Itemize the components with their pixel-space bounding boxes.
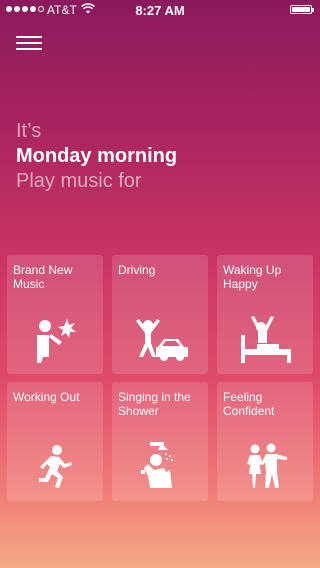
headline-prompt: Play music for [16, 170, 142, 192]
running-person-icon [7, 440, 103, 492]
tile-waking-up-happy[interactable]: Waking Up Happy [217, 255, 313, 374]
tile-feeling-confident[interactable]: Feeling Confident [217, 382, 313, 501]
confident-couple-icon [217, 440, 313, 492]
headline-intro: It’s [16, 120, 42, 142]
person-in-bed-icon [217, 313, 313, 365]
tile-working-out[interactable]: Working Out [7, 382, 103, 501]
tile-label: Waking Up Happy [223, 263, 282, 291]
tile-driving[interactable]: Driving [112, 255, 208, 374]
person-holding-star-icon [7, 313, 103, 365]
status-time: 8:27 AM [135, 3, 185, 18]
tile-label: Singing in the Shower [118, 390, 191, 418]
tile-brand-new-music[interactable]: Brand New Music [7, 255, 103, 374]
person-in-shower-icon [112, 440, 208, 492]
person-car-icon [112, 313, 208, 365]
menu-button[interactable] [16, 36, 42, 52]
tile-singing-in-the-shower[interactable]: Singing in the Shower [112, 382, 208, 501]
headline-daypart: Monday morning [16, 145, 178, 167]
tile-label: Brand New Music [13, 263, 73, 291]
tile-label: Working Out [13, 390, 80, 404]
tile-label: Feeling Confident [223, 390, 275, 418]
tile-label: Driving [118, 263, 156, 277]
battery-icon [290, 5, 314, 14]
status-bar: AT&T 8:27 AM [0, 0, 320, 20]
headline: It’s Monday morning Play music for [16, 119, 177, 194]
